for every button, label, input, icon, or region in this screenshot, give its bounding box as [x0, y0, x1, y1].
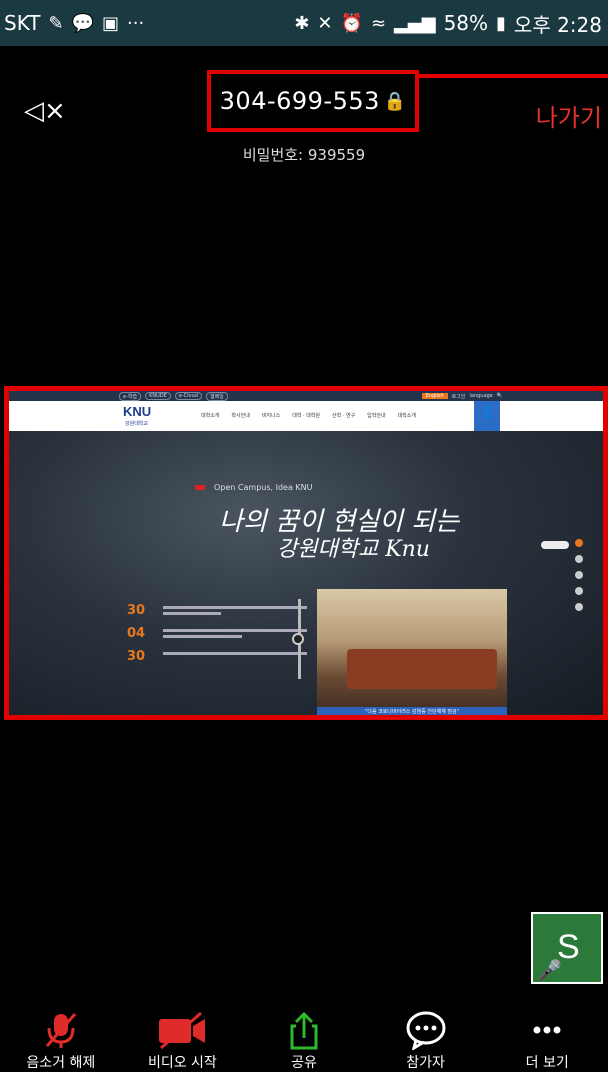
more-button[interactable]: 더 보기: [486, 1010, 608, 1071]
site-side-dot[interactable]: [575, 587, 583, 595]
site-news-item[interactable]: 30: [127, 649, 307, 664]
site-pill-0[interactable]: e-학습: [119, 391, 142, 401]
self-video-tile[interactable]: S 🎤: [531, 912, 603, 984]
video-off-icon: [155, 1010, 209, 1050]
site-photo-caption: "다음 코로나바이러스 감염증 진단체계 점검": [317, 707, 507, 715]
site-search-icon[interactable]: 🔍: [497, 393, 503, 399]
leave-button[interactable]: 나가기: [536, 98, 602, 133]
site-news-date: 30: [127, 603, 146, 618]
site-news-item[interactable]: 04: [127, 626, 307, 641]
speaker-muted-icon[interactable]: ◁×: [24, 96, 66, 126]
site-logo[interactable]: KNU: [123, 404, 151, 419]
site-login-link[interactable]: 로그인: [452, 393, 466, 400]
site-pill-1[interactable]: KNUDE: [145, 392, 171, 400]
site-news-list: 30 04 30: [127, 603, 307, 672]
meeting-id: 304-699-553: [219, 87, 380, 115]
site-tagline: Open Campus, Idea KNU: [214, 483, 313, 492]
site-side-dot[interactable]: [575, 571, 583, 579]
site-language-select[interactable]: language: [469, 393, 492, 399]
carrier-label: SKT: [4, 11, 41, 35]
site-news-date: 30: [127, 649, 146, 664]
site-news-item[interactable]: 30: [127, 603, 307, 618]
meeting-id-highlight[interactable]: 304-699-553 🔒: [207, 70, 419, 132]
battery-percent: 58%: [443, 11, 489, 35]
more-notifications-icon: ···: [127, 12, 145, 34]
site-headline-2: 강원대학교 Knu: [277, 537, 430, 562]
mic-muted-icon: [41, 1010, 81, 1050]
site-menu-item[interactable]: 산학 · 연구: [332, 412, 355, 419]
share-label: 공유: [291, 1055, 317, 1071]
pen-icon: ✎: [48, 12, 64, 34]
site-side-dot[interactable]: [575, 555, 583, 563]
clock: 오후 2:28: [513, 12, 602, 37]
site-side-pill[interactable]: [541, 541, 569, 549]
site-side-dot[interactable]: [575, 603, 583, 611]
bluetooth-icon: ✱: [294, 12, 310, 34]
site-logo-sub: 강원대학교: [125, 421, 149, 427]
site-english-link[interactable]: English: [421, 393, 448, 399]
site-menu-item[interactable]: 비지니스: [262, 412, 280, 419]
site-menu-item[interactable]: 대학소개: [201, 412, 219, 419]
photo-table-shape: [347, 649, 497, 689]
site-pill-2[interactable]: e-Cloud: [174, 392, 202, 400]
site-user-icon[interactable]: 👤: [474, 401, 500, 431]
site-top-strip: e-학습 KNUDE e-Cloud 웹메일: [9, 391, 603, 401]
site-menu-item[interactable]: 대학소개: [398, 412, 416, 419]
lock-icon: 🔒: [383, 90, 407, 112]
site-menu-item[interactable]: 대학 · 대학원: [292, 412, 320, 419]
mute-bell-icon: ✕: [317, 12, 333, 34]
battery-icon: ▮: [496, 12, 506, 34]
chat-bubble-icon: 💬: [71, 12, 94, 34]
site-news-photo[interactable]: [317, 589, 507, 715]
share-button[interactable]: 공유: [243, 1010, 365, 1071]
site-hero: Open Campus, Idea KNU 나의 꿈이 현실이 되는 강원대학교…: [9, 431, 603, 715]
site-menu: 대학소개 학사안내 비지니스 대학 · 대학원 산학 · 연구 입학안내 대학소…: [201, 412, 416, 419]
site-side-nav: [575, 539, 583, 611]
meeting-password: 비밀번호: 939559: [242, 146, 366, 164]
shared-screen[interactable]: e-학습 KNUDE e-Cloud 웹메일 English 로그인 langu…: [4, 386, 608, 720]
chat-bubble-icon: [404, 1010, 448, 1050]
site-top-right: English 로그인 language 🔍: [421, 391, 503, 401]
wifi-icon: ≈: [370, 12, 387, 34]
alarm-icon: ⏰: [340, 12, 363, 34]
start-video-button[interactable]: 비디오 시작: [122, 1010, 244, 1071]
signal-icon: ▂▄▆: [394, 12, 436, 34]
unmute-label: 음소거 해제: [26, 1055, 96, 1071]
start-video-label: 비디오 시작: [147, 1055, 217, 1071]
site-side-dot[interactable]: [575, 539, 583, 547]
site-nav: KNU 강원대학교 대학소개 학사안내 비지니스 대학 · 대학원 산학 · 연…: [9, 401, 603, 431]
meeting-toolbar: 음소거 해제 비디오 시작 공유 참가자 더 보기: [0, 1010, 608, 1071]
annotation-line: [419, 74, 608, 78]
meeting-header: ◁× 304-699-553 🔒 나가기 비밀번호: 939559: [0, 46, 608, 176]
more-dots-icon: [527, 1010, 567, 1050]
participants-button[interactable]: 참가자: [365, 1010, 487, 1071]
status-bar: SKT ✎ 💬 ▣ ··· ✱ ✕ ⏰ ≈ ▂▄▆ 58% ▮ 오후 2:28: [0, 0, 608, 46]
unmute-button[interactable]: 음소거 해제: [0, 1010, 122, 1071]
site-menu-item[interactable]: 입학안내: [367, 412, 385, 419]
site-tag-badge: [195, 485, 205, 490]
site-news-date: 04: [127, 626, 146, 641]
image-icon: ▣: [102, 12, 120, 34]
site-pill-3[interactable]: 웹메일: [205, 391, 228, 401]
site-menu-item[interactable]: 학사안내: [231, 412, 249, 419]
muted-mic-icon: 🎤: [537, 958, 562, 982]
more-label: 더 보기: [525, 1055, 569, 1071]
site-slider-knob[interactable]: [292, 633, 304, 645]
participants-label: 참가자: [406, 1055, 445, 1071]
share-icon: [284, 1010, 324, 1050]
